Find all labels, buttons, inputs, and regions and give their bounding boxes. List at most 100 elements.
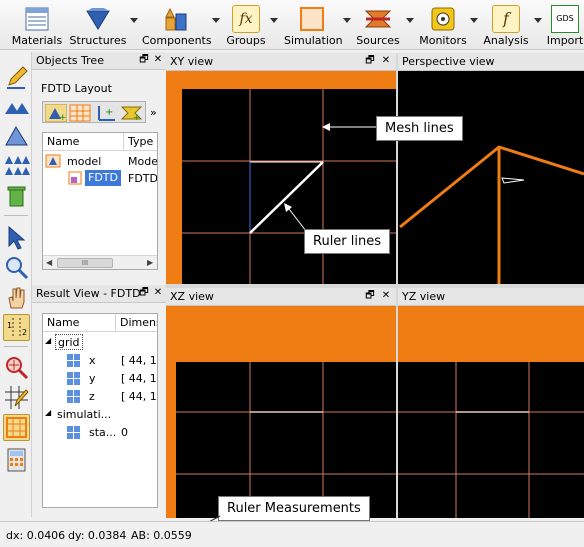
structures-dropdown-arrow[interactable] [130, 18, 138, 23]
simulation-dropdown-arrow[interactable] [343, 18, 351, 23]
grid-edit-icon[interactable] [3, 384, 30, 411]
float-icon[interactable]: 🗗 [138, 287, 150, 299]
select-arrow-icon[interactable] [3, 224, 30, 251]
scroll-right-arrow[interactable]: ▶ [147, 258, 153, 267]
mesh-grid-icon [6, 417, 27, 438]
xz-view-header: XZ view 🗗 ✕ [166, 288, 396, 306]
components-dropdown-arrow[interactable] [212, 18, 220, 23]
zoom-icon[interactable] [3, 254, 30, 281]
view-splitter-horizontal[interactable] [166, 284, 584, 288]
scroll-thumb[interactable]: III [57, 258, 113, 268]
result-row-z[interactable]: z [ 44, 1 ] [45, 388, 157, 405]
close-icon[interactable]: ✕ [380, 290, 392, 302]
monitors-dropdown-arrow[interactable] [470, 18, 478, 23]
objects-tree-title: Objects Tree [36, 54, 104, 67]
result-item-value: 0 [121, 426, 128, 439]
structures-label: Structures [69, 34, 127, 47]
column-dimensions[interactable]: Dimens [120, 316, 157, 329]
column-name[interactable]: Name [47, 135, 79, 148]
float-icon[interactable]: 🗗 [364, 290, 376, 302]
horizontal-scrollbar[interactable]: ◀ III ▶ [43, 255, 157, 269]
layout-toolbar: + + + [42, 101, 146, 123]
add-structure-icon[interactable]: + [45, 104, 67, 122]
xy-view-title: XY view [170, 55, 214, 68]
result-view-panel: Name Dimens ◢ grid x [ 44, 1 ] y [ 44, 1… [32, 303, 166, 518]
analysis-dropdown-arrow[interactable] [534, 18, 542, 23]
groups-label: Groups [226, 34, 266, 47]
materials-button[interactable]: Materials [8, 2, 66, 48]
add-source-icon[interactable]: + [121, 104, 143, 122]
sources-dropdown-arrow[interactable] [406, 18, 414, 23]
objects-tree-header: Objects Tree 🗗 ✕ [32, 52, 166, 70]
perspective-view-title: Perspective view [402, 55, 495, 68]
tree-row-fdtd[interactable]: FDTD FDTD [45, 170, 157, 187]
tree-item-type: FDTD [128, 172, 158, 185]
result-row-grid[interactable]: ◢ grid [45, 334, 157, 351]
xy-view-header: XY view 🗗 ✕ [166, 53, 396, 71]
monitors-button[interactable]: Monitors [418, 2, 468, 48]
components-label: Components [142, 34, 212, 47]
left-vertical-toolbar: 1 2 [0, 52, 32, 517]
result-row-simulation[interactable]: ◢ simulati... [45, 406, 157, 423]
matrix-icon [67, 354, 80, 367]
result-row-x[interactable]: x [ 44, 1 ] [45, 352, 157, 369]
pyramid-array-icon[interactable] [3, 152, 30, 179]
yz-view-canvas[interactable] [398, 306, 584, 518]
svg-text:1: 1 [7, 321, 12, 330]
matrix-icon [67, 390, 80, 403]
close-icon[interactable]: ✕ [152, 287, 164, 299]
perspective-view-canvas[interactable] [398, 71, 584, 284]
fdtd-layout-label: FDTD Layout [41, 82, 112, 95]
result-row-y[interactable]: y [ 44, 1 ] [45, 370, 157, 387]
toolbar-separator [4, 346, 28, 347]
collapse-arrow-icon[interactable]: ◢ [45, 408, 51, 417]
yz-view-title: YZ view [402, 290, 446, 303]
svg-text:2: 2 [22, 328, 27, 337]
result-item-value: [ 44, 1 ] [121, 372, 157, 385]
main-toolbar: Materials Structures Components fx Group… [0, 0, 584, 50]
add-mesh-icon[interactable] [69, 104, 91, 122]
simulation-icon [300, 7, 324, 31]
xz-mesh-drawing [166, 306, 396, 518]
triangle-icon[interactable] [3, 122, 30, 149]
mountains-icon[interactable] [3, 94, 30, 121]
collapse-arrow-icon[interactable]: ◢ [45, 336, 51, 345]
column-name[interactable]: Name [47, 316, 79, 329]
result-row-status[interactable]: sta... 0 [45, 424, 157, 441]
ruler-measurements-callout: Ruler Measurements [218, 496, 370, 521]
column-type[interactable]: Type [128, 135, 153, 148]
xz-view-canvas[interactable] [166, 306, 396, 518]
objects-tree-columns: Name Type [43, 133, 157, 151]
groups-button[interactable]: fx Groups [224, 2, 268, 48]
import-button[interactable]: GDS Import [546, 2, 584, 48]
ruler-mode-button[interactable]: 1 2 [3, 314, 30, 341]
simulation-button[interactable]: Simulation [284, 2, 343, 48]
structures-button[interactable]: Structures [68, 2, 128, 48]
close-icon[interactable]: ✕ [380, 55, 392, 67]
toolbar-overflow-button[interactable]: » [150, 106, 157, 119]
calculator-icon[interactable] [3, 446, 30, 473]
structures-icon [86, 8, 110, 30]
sources-button[interactable]: Sources [354, 2, 402, 48]
model-icon [45, 154, 61, 168]
edit-pencil-icon[interactable] [3, 64, 30, 91]
matrix-icon [67, 372, 80, 385]
scroll-left-arrow[interactable]: ◀ [46, 258, 52, 267]
float-icon[interactable]: 🗗 [364, 55, 376, 67]
fdtd-icon [68, 171, 82, 185]
add-axis-icon[interactable]: + [95, 104, 117, 122]
analysis-button[interactable]: f Analysis [482, 2, 530, 48]
float-icon[interactable]: 🗗 [138, 54, 150, 66]
mesh-view-button[interactable] [3, 414, 30, 441]
mesh-lines-callout: Mesh lines [376, 116, 463, 141]
pan-hand-icon[interactable] [3, 284, 30, 311]
ruler-12-icon: 1 2 [7, 318, 27, 337]
result-item-label: grid [55, 334, 83, 350]
svg-text:+: + [133, 113, 141, 122]
zoom-target-icon[interactable] [3, 354, 30, 381]
groups-dropdown-arrow[interactable] [270, 18, 278, 23]
components-button[interactable]: Components [142, 2, 212, 48]
close-icon[interactable]: ✕ [152, 54, 164, 66]
trash-icon[interactable] [3, 182, 30, 209]
result-item-value: [ 44, 1 ] [121, 390, 157, 403]
